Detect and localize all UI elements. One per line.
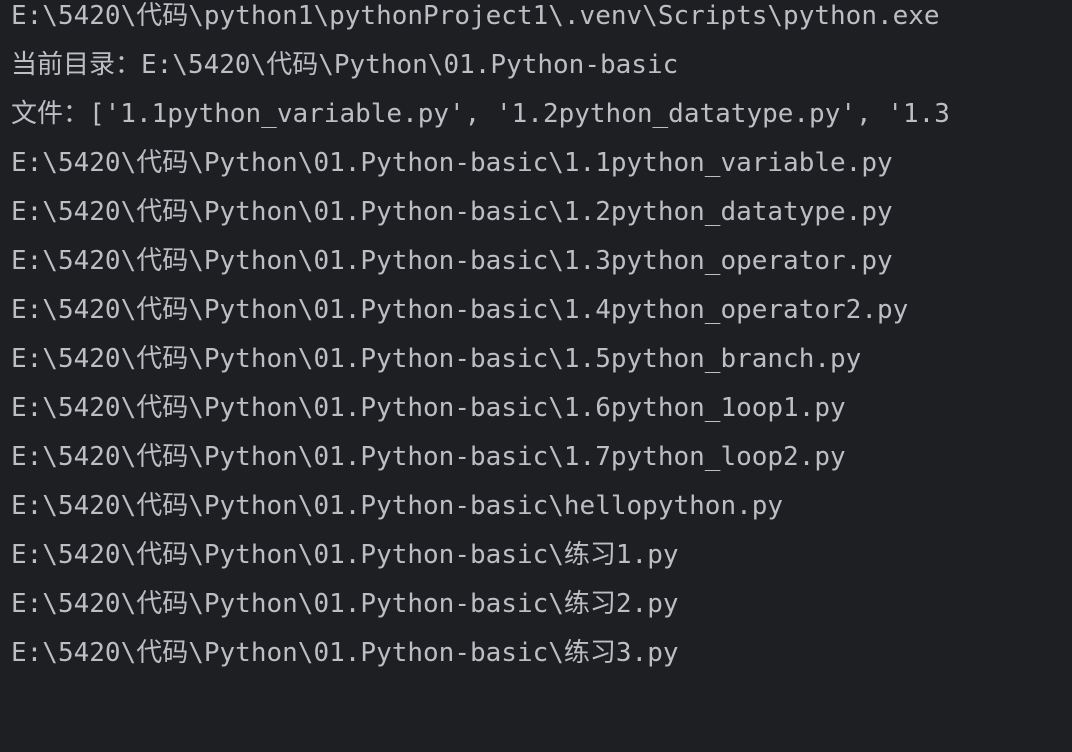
console-line-file-path: E:\5420\代码\Python\01.Python-basic\练习2.py: [11, 589, 679, 619]
console-line-file-path: E:\5420\代码\Python\01.Python-basic\1.1pyt…: [11, 148, 893, 178]
console-line-file-path: E:\5420\代码\Python\01.Python-basic\1.3pyt…: [11, 246, 893, 276]
console-line-file-path: E:\5420\代码\Python\01.Python-basic\1.6pyt…: [11, 393, 846, 423]
console-line-file-path: E:\5420\代码\Python\01.Python-basic\1.7pyt…: [11, 442, 846, 472]
console-line-file-list: 文件：['1.1python_variable.py', '1.2python_…: [11, 99, 950, 129]
console-line-file-path: E:\5420\代码\Python\01.Python-basic\练习3.py: [11, 638, 679, 668]
console-line-file-path: E:\5420\代码\Python\01.Python-basic\1.4pyt…: [11, 295, 909, 325]
console-line-file-path: E:\5420\代码\Python\01.Python-basic\1.5pyt…: [11, 344, 862, 374]
console-line-file-path: E:\5420\代码\Python\01.Python-basic\1.2pyt…: [11, 197, 893, 227]
console-line-file-path: E:\5420\代码\Python\01.Python-basic\练习1.py: [11, 540, 679, 570]
console-line-interpreter-path: E:\5420\代码\python1\pythonProject1\.venv\…: [11, 1, 940, 31]
run-console-output[interactable]: E:\5420\代码\python1\pythonProject1\.venv\…: [0, 0, 1072, 752]
console-process-finished-message: Process finished with exit code 0: [11, 740, 1072, 752]
console-line-current-directory: 当前目录：E:\5420\代码\Python\01.Python-basic: [11, 50, 679, 80]
console-line-file-path: E:\5420\代码\Python\01.Python-basic\hellop…: [11, 491, 784, 521]
